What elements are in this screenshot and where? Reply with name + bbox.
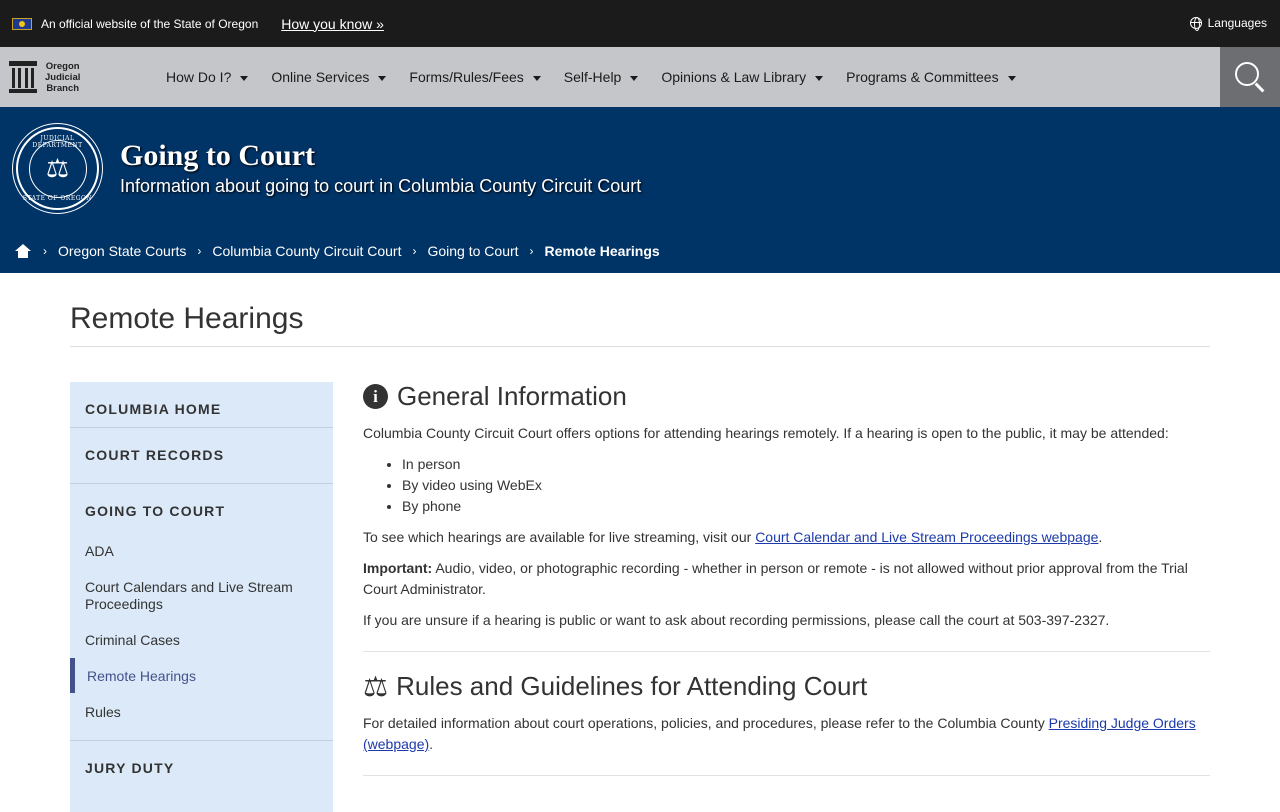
breadcrumb-going-to-court[interactable]: Going to Court (427, 243, 518, 259)
sidebar-columbia-home[interactable]: COLUMBIA HOME (70, 401, 221, 417)
important-notice: Important: Audio, video, or photographic… (363, 560, 1188, 597)
sidebar-item-remote-hearings[interactable]: Remote Hearings (87, 668, 317, 685)
languages-label: Languages (1207, 16, 1267, 30)
chevron-right-icon: › (412, 244, 417, 258)
nav-forms-rules-fees[interactable]: Forms/Rules/Fees (400, 47, 554, 107)
chevron-down-icon (815, 75, 824, 81)
info-circle-icon: i (363, 384, 388, 409)
rules-guidelines-heading: ⚖ Rules and Guidelines for Attending Cou… (363, 670, 868, 703)
ojd-logo[interactable]: Oregon Judicial Branch (0, 61, 150, 94)
sidebar-court-records[interactable]: COURT RECORDS (70, 447, 224, 463)
official-banner: An official website of the State of Oreg… (0, 0, 1280, 47)
list-item: By video using WebEx (402, 475, 542, 496)
section-divider (363, 651, 1210, 652)
nav-online-services[interactable]: Online Services (262, 47, 400, 107)
breadcrumb: › Oregon State Courts › Columbia County … (15, 243, 660, 259)
page-title: Remote Hearings (70, 302, 304, 335)
sidebar-divider (70, 483, 333, 484)
sidebar-divider (70, 427, 333, 428)
how-you-know-link[interactable]: How you know » (281, 16, 384, 32)
chevron-down-icon (240, 75, 249, 81)
list-item: In person (402, 454, 542, 475)
search-icon (1235, 62, 1259, 86)
nav-how-do-i[interactable]: How Do I? (157, 47, 262, 107)
chevron-right-icon: › (43, 244, 47, 258)
globe-icon (1189, 17, 1202, 31)
general-intro: Columbia County Circuit Court offers opt… (363, 425, 1169, 441)
sidebar-item-ada[interactable]: ADA (85, 543, 315, 560)
chevron-down-icon (532, 75, 541, 81)
sidebar: COLUMBIA HOME COURT RECORDS GOING TO COU… (70, 382, 333, 812)
general-information-heading: i General Information (363, 381, 627, 412)
oregon-flag-icon (12, 17, 32, 30)
live-stream-paragraph: To see which hearings are available for … (363, 529, 1103, 545)
search-button[interactable] (1220, 47, 1280, 107)
sidebar-going-to-court[interactable]: GOING TO COURT (70, 503, 225, 519)
nav-opinions-law-library[interactable]: Opinions & Law Library (652, 47, 837, 107)
court-calendar-live-stream-link[interactable]: Court Calendar and Live Stream Proceedin… (755, 529, 1098, 545)
home-icon[interactable] (15, 244, 31, 258)
active-item-marker (70, 658, 75, 693)
title-divider (70, 346, 1210, 347)
nav-programs-committees[interactable]: Programs & Committees (837, 47, 1029, 107)
chevron-right-icon: › (197, 244, 202, 258)
balance-scale-icon: ⚖ (363, 670, 389, 703)
chevron-down-icon (630, 75, 639, 81)
sidebar-item-criminal-cases[interactable]: Criminal Cases (85, 632, 315, 649)
list-item: By phone (402, 496, 542, 517)
logo-text: Oregon Judicial Branch (45, 60, 81, 94)
chevron-right-icon: › (529, 244, 534, 258)
courthouse-pillars-icon (9, 61, 37, 93)
sidebar-jury-duty[interactable]: JURY DUTY (70, 760, 174, 776)
unsure-paragraph: If you are unsure if a hearing is public… (363, 612, 1110, 628)
main-navigation: Oregon Judicial Branch How Do I? Online … (0, 47, 1280, 107)
rules-paragraph: For detailed information about court ope… (363, 715, 1196, 752)
sidebar-item-rules[interactable]: Rules (85, 704, 315, 721)
chevron-down-icon (1007, 75, 1016, 81)
judicial-department-seal: JUDICIAL DEPARTMENT ⚖ STATE OF OREGON (16, 127, 99, 210)
breadcrumb-oregon-state-courts[interactable]: Oregon State Courts (58, 243, 186, 259)
banner-subtitle: Information about going to court in Colu… (120, 176, 642, 196)
page-banner: JUDICIAL DEPARTMENT ⚖ STATE OF OREGON Go… (0, 107, 1280, 273)
banner-title: Going to Court (120, 139, 315, 172)
breadcrumb-current: Remote Hearings (544, 243, 660, 259)
sidebar-item-court-calendars[interactable]: Court Calendars and Live Stream Proceedi… (85, 579, 315, 613)
sidebar-divider (70, 740, 333, 741)
section-divider (363, 775, 1210, 776)
important-label: Important: (363, 560, 433, 576)
chevron-down-icon (378, 75, 387, 81)
attendance-options-list: In person By video using WebEx By phone (402, 454, 542, 517)
languages-button[interactable]: Languages (1189, 16, 1267, 31)
breadcrumb-columbia-county[interactable]: Columbia County Circuit Court (212, 243, 401, 259)
nav-self-help[interactable]: Self-Help (555, 47, 653, 107)
official-site-text: An official website of the State of Oreg… (41, 16, 259, 31)
